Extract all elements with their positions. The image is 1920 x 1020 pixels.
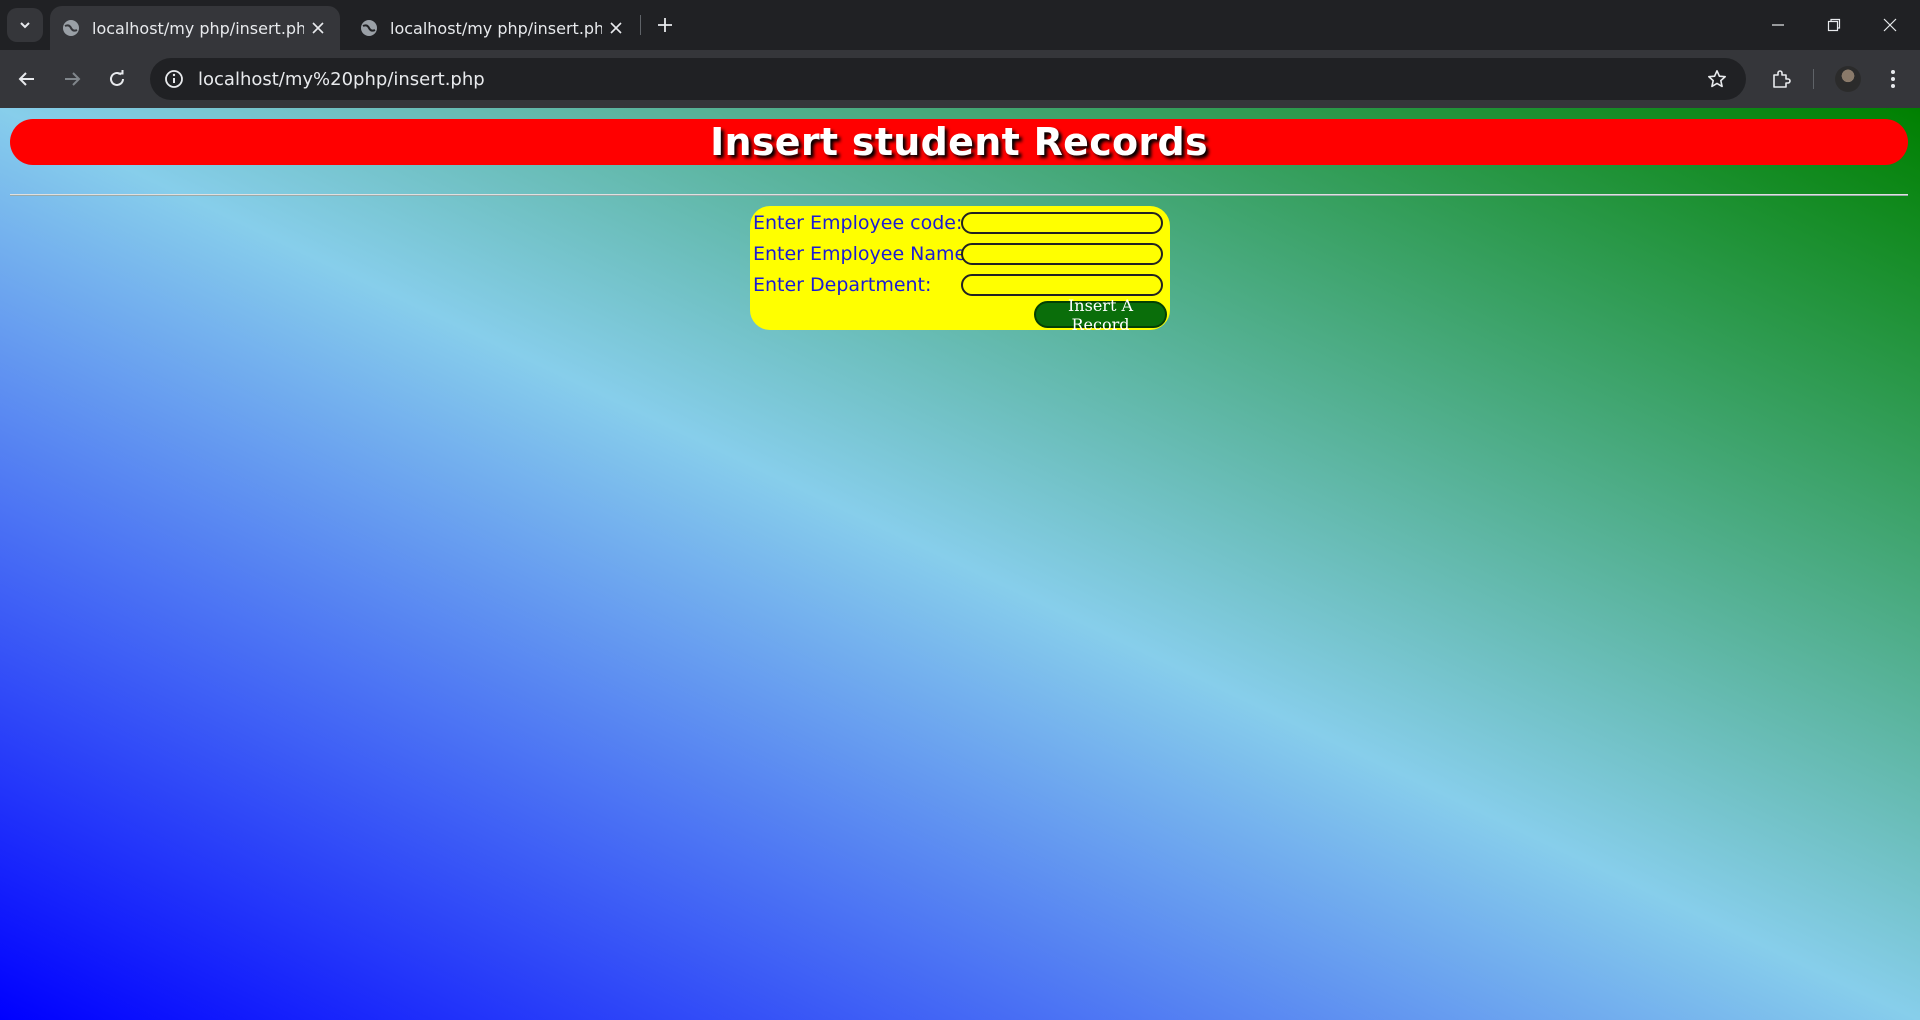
form-row-employee-code: Enter Employee code:	[753, 209, 1163, 237]
globe-icon	[62, 19, 80, 37]
plus-icon	[658, 18, 672, 32]
page-content: Insert student Records Enter Employee co…	[0, 108, 1920, 1020]
globe-icon	[360, 19, 378, 37]
address-bar[interactable]: localhost/my%20php/insert.php	[150, 58, 1746, 100]
bookmark-star-icon[interactable]	[1700, 62, 1734, 96]
restore-icon	[1827, 18, 1841, 32]
toolbar-separator	[1813, 69, 1814, 89]
employee-name-label: Enter Employee Name:	[753, 243, 973, 265]
menu-button[interactable]	[1876, 62, 1910, 96]
tab-title: localhost/my php/insert.php	[390, 18, 602, 38]
department-label: Enter Department:	[753, 274, 932, 296]
tab-inactive[interactable]: localhost/my php/insert.php	[348, 6, 638, 50]
tab-strip: localhost/my php/insert.php localhost/my…	[0, 0, 1920, 50]
minimize-button[interactable]	[1750, 0, 1806, 50]
chevron-down-icon	[20, 22, 30, 29]
minimize-icon	[1772, 24, 1784, 26]
page-title: Insert student Records	[710, 120, 1208, 164]
horizontal-rule	[10, 194, 1908, 196]
browser-toolbar: localhost/my%20php/insert.php	[0, 50, 1920, 108]
insert-record-button[interactable]: Insert A Record	[1034, 296, 1167, 334]
arrow-left-icon	[18, 72, 34, 86]
profile-avatar[interactable]	[1835, 66, 1861, 92]
employee-code-input[interactable]	[961, 212, 1163, 234]
tab-active[interactable]: localhost/my php/insert.php	[50, 6, 340, 50]
back-button[interactable]	[10, 62, 44, 96]
close-icon	[1883, 18, 1897, 32]
reload-icon	[110, 70, 124, 86]
forward-button[interactable]	[55, 62, 89, 96]
insert-record-form: Enter Employee code: Enter Employee Name…	[750, 206, 1170, 334]
tab-search-button[interactable]	[7, 8, 43, 42]
tab-title: localhost/my php/insert.php	[92, 18, 304, 38]
tab-separator	[640, 15, 641, 35]
new-tab-button[interactable]	[650, 10, 680, 40]
kebab-menu-icon	[1891, 70, 1895, 88]
page-banner: Insert student Records	[10, 119, 1908, 165]
reload-button[interactable]	[100, 62, 134, 96]
close-window-button[interactable]	[1862, 0, 1918, 50]
close-tab-icon[interactable]	[602, 14, 630, 42]
employee-code-label: Enter Employee code:	[753, 212, 963, 234]
restore-button[interactable]	[1806, 0, 1862, 50]
extensions-button[interactable]	[1764, 62, 1798, 96]
arrow-right-icon	[65, 72, 81, 86]
form-row-employee-name: Enter Employee Name:	[753, 240, 1163, 268]
department-input[interactable]	[961, 274, 1163, 296]
site-info-icon[interactable]	[162, 67, 186, 91]
employee-name-input[interactable]	[961, 243, 1163, 265]
puzzle-icon	[1773, 70, 1791, 88]
url-text[interactable]: localhost/my%20php/insert.php	[198, 69, 1700, 90]
close-tab-icon[interactable]	[304, 14, 332, 42]
